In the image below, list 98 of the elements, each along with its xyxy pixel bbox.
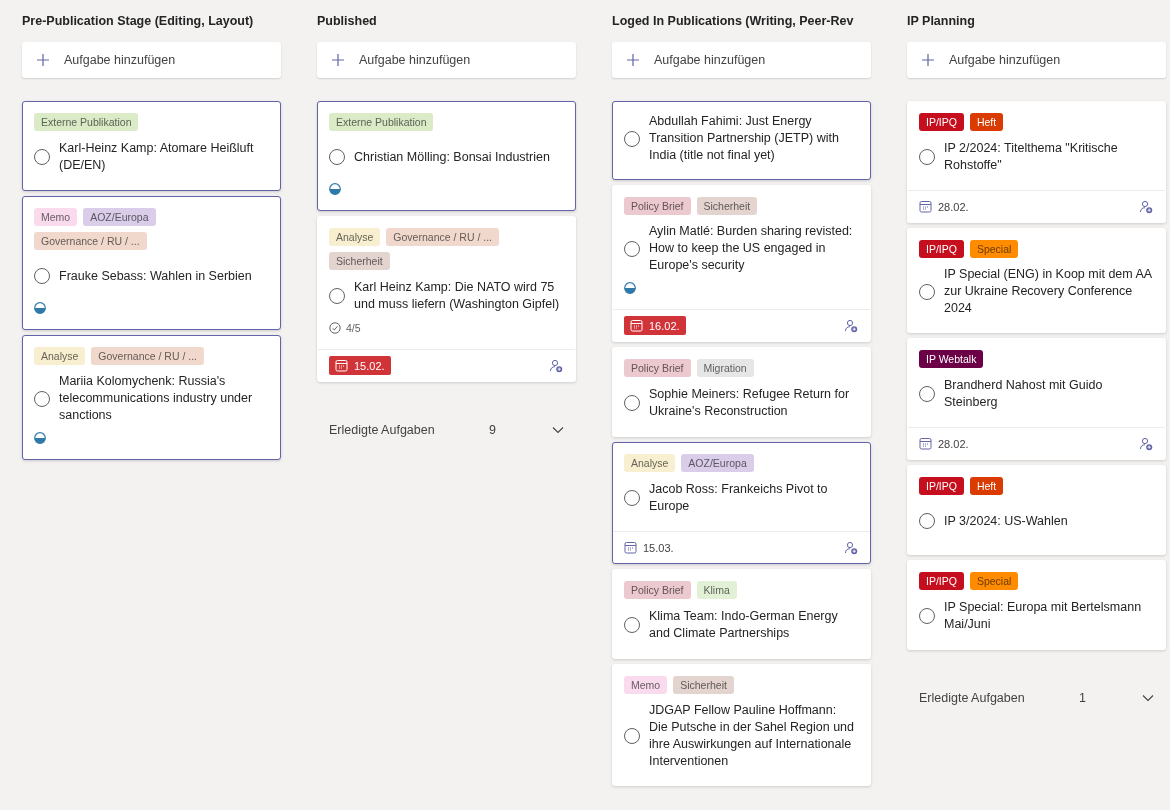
plus-icon <box>626 53 640 67</box>
due-date: 28.02. <box>913 197 975 216</box>
label-tag: IP/IPQ <box>919 240 964 258</box>
label-tag: Analyse <box>34 347 86 365</box>
label-tag: Special <box>969 572 1019 590</box>
label-tag: AOZ/Europa <box>83 208 156 226</box>
column-title: IP Planning <box>907 14 976 30</box>
calendar-icon <box>919 437 932 450</box>
label-tag: Migration <box>696 359 754 377</box>
task-title: Christian Mölling: Bonsai Industrien <box>354 148 550 166</box>
half-filled-circle-icon <box>34 432 46 444</box>
label-tag: AOZ/Europa <box>681 454 754 472</box>
label-tag: Sicherheit <box>329 252 390 270</box>
label-tag: Externe Publikation <box>329 113 434 131</box>
task-card[interactable]: Policy Brief Migration Sophie Meiners: Refugee Return for Ukraine's Reconstruction <box>612 347 871 437</box>
label-tag: Policy Brief <box>624 197 691 215</box>
task-title: Mariia Kolomychenk: Russia's telecommunications industry under sanctions <box>59 373 254 424</box>
label-tag: IP/IPQ <box>919 572 964 590</box>
add-person-icon[interactable] <box>844 540 858 555</box>
calendar-icon <box>624 541 637 554</box>
half-filled-circle-icon <box>624 282 636 294</box>
task-card[interactable]: Externe Publikation Christian Mölling: Bonsai Industrien <box>317 101 576 211</box>
label-tag: Governance / RU / ... <box>386 228 499 246</box>
column-title: Pre-Publication Stage (Editing, Layout) <box>22 14 255 30</box>
task-card[interactable]: IP/IPQ Heft IP 3/2024: US-Wahlen <box>907 465 1166 555</box>
add-task-button[interactable]: Aufgabe hinzufügen <box>907 42 1166 78</box>
add-person-icon[interactable] <box>549 358 563 373</box>
task-title: IP Special (ENG) in Koop mit dem AA zur Ukraine Recovery Conference 2024 <box>944 266 1153 317</box>
chevron-down-icon <box>552 426 564 434</box>
label-tag: Memo <box>624 676 668 694</box>
task-title: IP 2/2024: Titelthema "Kritische Rohstoffe" <box>944 140 1119 174</box>
add-person-icon[interactable] <box>1139 199 1153 214</box>
label-tag: Sicherheit <box>696 197 758 215</box>
task-title: Jacob Ross: Frankeichs Pivot to Europe <box>649 481 829 515</box>
label-tag: Policy Brief <box>624 359 691 377</box>
task-title: Karl-Heinz Kamp: Atomare Heißluft (DE/EN) <box>59 140 255 174</box>
task-card[interactable]: Policy Brief Klima Klima Team: Indo-German Energy and Climate Partnerships <box>612 569 871 659</box>
add-task-button[interactable]: Aufgabe hinzufügen <box>612 42 871 78</box>
label-tag: Analyse <box>329 228 381 246</box>
task-title: Brandherd Nahost mit Guido Steinberg <box>944 377 1104 411</box>
task-card[interactable]: Memo AOZ/Europa Governance / RU / ... Frauke Sebass: Wahlen in Serbien <box>22 196 281 330</box>
plus-icon <box>331 53 345 67</box>
task-title: Abdullah Fahimi: Just Energy Transition Partnership (JETP) with India (title not final yet) <box>649 113 840 164</box>
task-card[interactable]: Analyse Governance / RU / ... Sicherheit Karl Heinz Kamp: Die NATO wird 75 und muss liefern (Washington Gipfel) 4/5 15.02. <box>317 216 576 382</box>
task-card[interactable]: IP Webtalk Brandherd Nahost mit Guido Steinberg 28.02. <box>907 338 1166 460</box>
plus-icon <box>921 53 935 67</box>
task-title: Klima Team: Indo-German Energy and Climate Partnerships <box>649 608 839 642</box>
task-card[interactable]: Memo Sicherheit JDGAP Fellow Pauline Hoffmann: Die Putsche in der Sahel Region und ihre Auswirkungen auf Internationale Interventionen <box>612 664 871 786</box>
label-tag: IP Webtalk <box>919 350 984 368</box>
chevron-down-icon <box>1142 694 1154 702</box>
label-tag: Analyse <box>624 454 676 472</box>
due-date: 28.02. <box>913 434 975 453</box>
due-date: 15.03. <box>618 538 680 557</box>
label-tag: Klima <box>696 581 737 599</box>
add-task-button[interactable]: Aufgabe hinzufügen <box>317 42 576 78</box>
task-card[interactable]: IP/IPQ Special IP Special (ENG) in Koop mit dem AA zur Ukraine Recovery Conference 2024 <box>907 228 1166 333</box>
label-tag: Policy Brief <box>624 581 691 599</box>
task-card[interactable]: Analyse AOZ/Europa Jacob Ross: Frankeichs Pivot to Europe 15.03. <box>612 442 871 564</box>
calendar-icon <box>919 200 932 213</box>
task-title: Sophie Meiners: Refugee Return for Ukraine's Reconstruction <box>649 386 851 420</box>
column-title: Loged In Publications (Writing, Peer-Rev <box>612 14 855 30</box>
task-card[interactable]: Abdullah Fahimi: Just Energy Transition Partnership (JETP) with India (title not final yet) <box>612 101 871 180</box>
checklist-count: 4/5 <box>346 322 361 334</box>
due-date: 16.02. <box>624 316 686 335</box>
add-person-icon[interactable] <box>844 318 858 333</box>
label-tag: Heft <box>969 113 1004 131</box>
plus-icon <box>36 53 50 67</box>
label-tag: Governance / RU / ... <box>91 347 204 365</box>
add-person-icon[interactable] <box>1139 436 1153 451</box>
task-title: IP 3/2024: US-Wahlen <box>944 512 1068 530</box>
calendar-icon <box>630 319 643 332</box>
column-title: Published <box>317 14 378 30</box>
task-title: Frauke Sebass: Wahlen in Serbien <box>59 267 252 285</box>
task-card[interactable]: IP/IPQ Special IP Special: Europa mit Bertelsmann Mai/Juni <box>907 560 1166 650</box>
label-tag: IP/IPQ <box>919 477 964 495</box>
task-card[interactable]: Externe Publikation Karl-Heinz Kamp: Atomare Heißluft (DE/EN) <box>22 101 281 191</box>
task-card[interactable]: Analyse Governance / RU / ... Mariia Kolomychenk: Russia's telecommunications industry under sanctions <box>22 335 281 460</box>
label-tag: IP/IPQ <box>919 113 964 131</box>
due-date: 15.02. <box>329 356 391 375</box>
task-title: Karl Heinz Kamp: Die NATO wird 75 und muss liefern (Washington Gipfel) <box>354 279 561 313</box>
label-tag: Externe Publikation <box>34 113 139 131</box>
half-filled-circle-icon <box>34 302 46 314</box>
check-circle-icon <box>329 322 341 334</box>
label-tag: Governance / RU / ... <box>34 232 147 250</box>
label-tag: Memo <box>34 208 78 226</box>
task-card[interactable]: Policy Brief Sicherheit Aylin Matlé: Burden sharing revisted: How to keep the US engaged in Europe's security 16.02. <box>612 185 871 342</box>
calendar-icon <box>335 359 348 372</box>
task-title: Aylin Matlé: Burden sharing revisted: How to keep the US engaged in Europe's security <box>649 223 854 274</box>
label-tag: Heft <box>969 477 1004 495</box>
label-tag: Special <box>969 240 1019 258</box>
add-task-button[interactable]: Aufgabe hinzufügen <box>22 42 281 78</box>
completed-tasks-toggle[interactable]: Erledigte Aufgaben 9 <box>317 418 576 442</box>
completed-tasks-toggle[interactable]: Erledigte Aufgaben 1 <box>907 686 1166 710</box>
label-tag: Sicherheit <box>673 676 734 694</box>
half-filled-circle-icon <box>329 183 341 195</box>
task-card[interactable]: IP/IPQ Heft IP 2/2024: Titelthema "Kritische Rohstoffe" 28.02. <box>907 101 1166 223</box>
task-title: JDGAP Fellow Pauline Hoffmann: Die Putsche in der Sahel Region und ihre Auswirkungen auf Internationale Interventionen <box>649 702 855 770</box>
task-title: IP Special: Europa mit Bertelsmann Mai/Juni <box>944 599 1143 633</box>
